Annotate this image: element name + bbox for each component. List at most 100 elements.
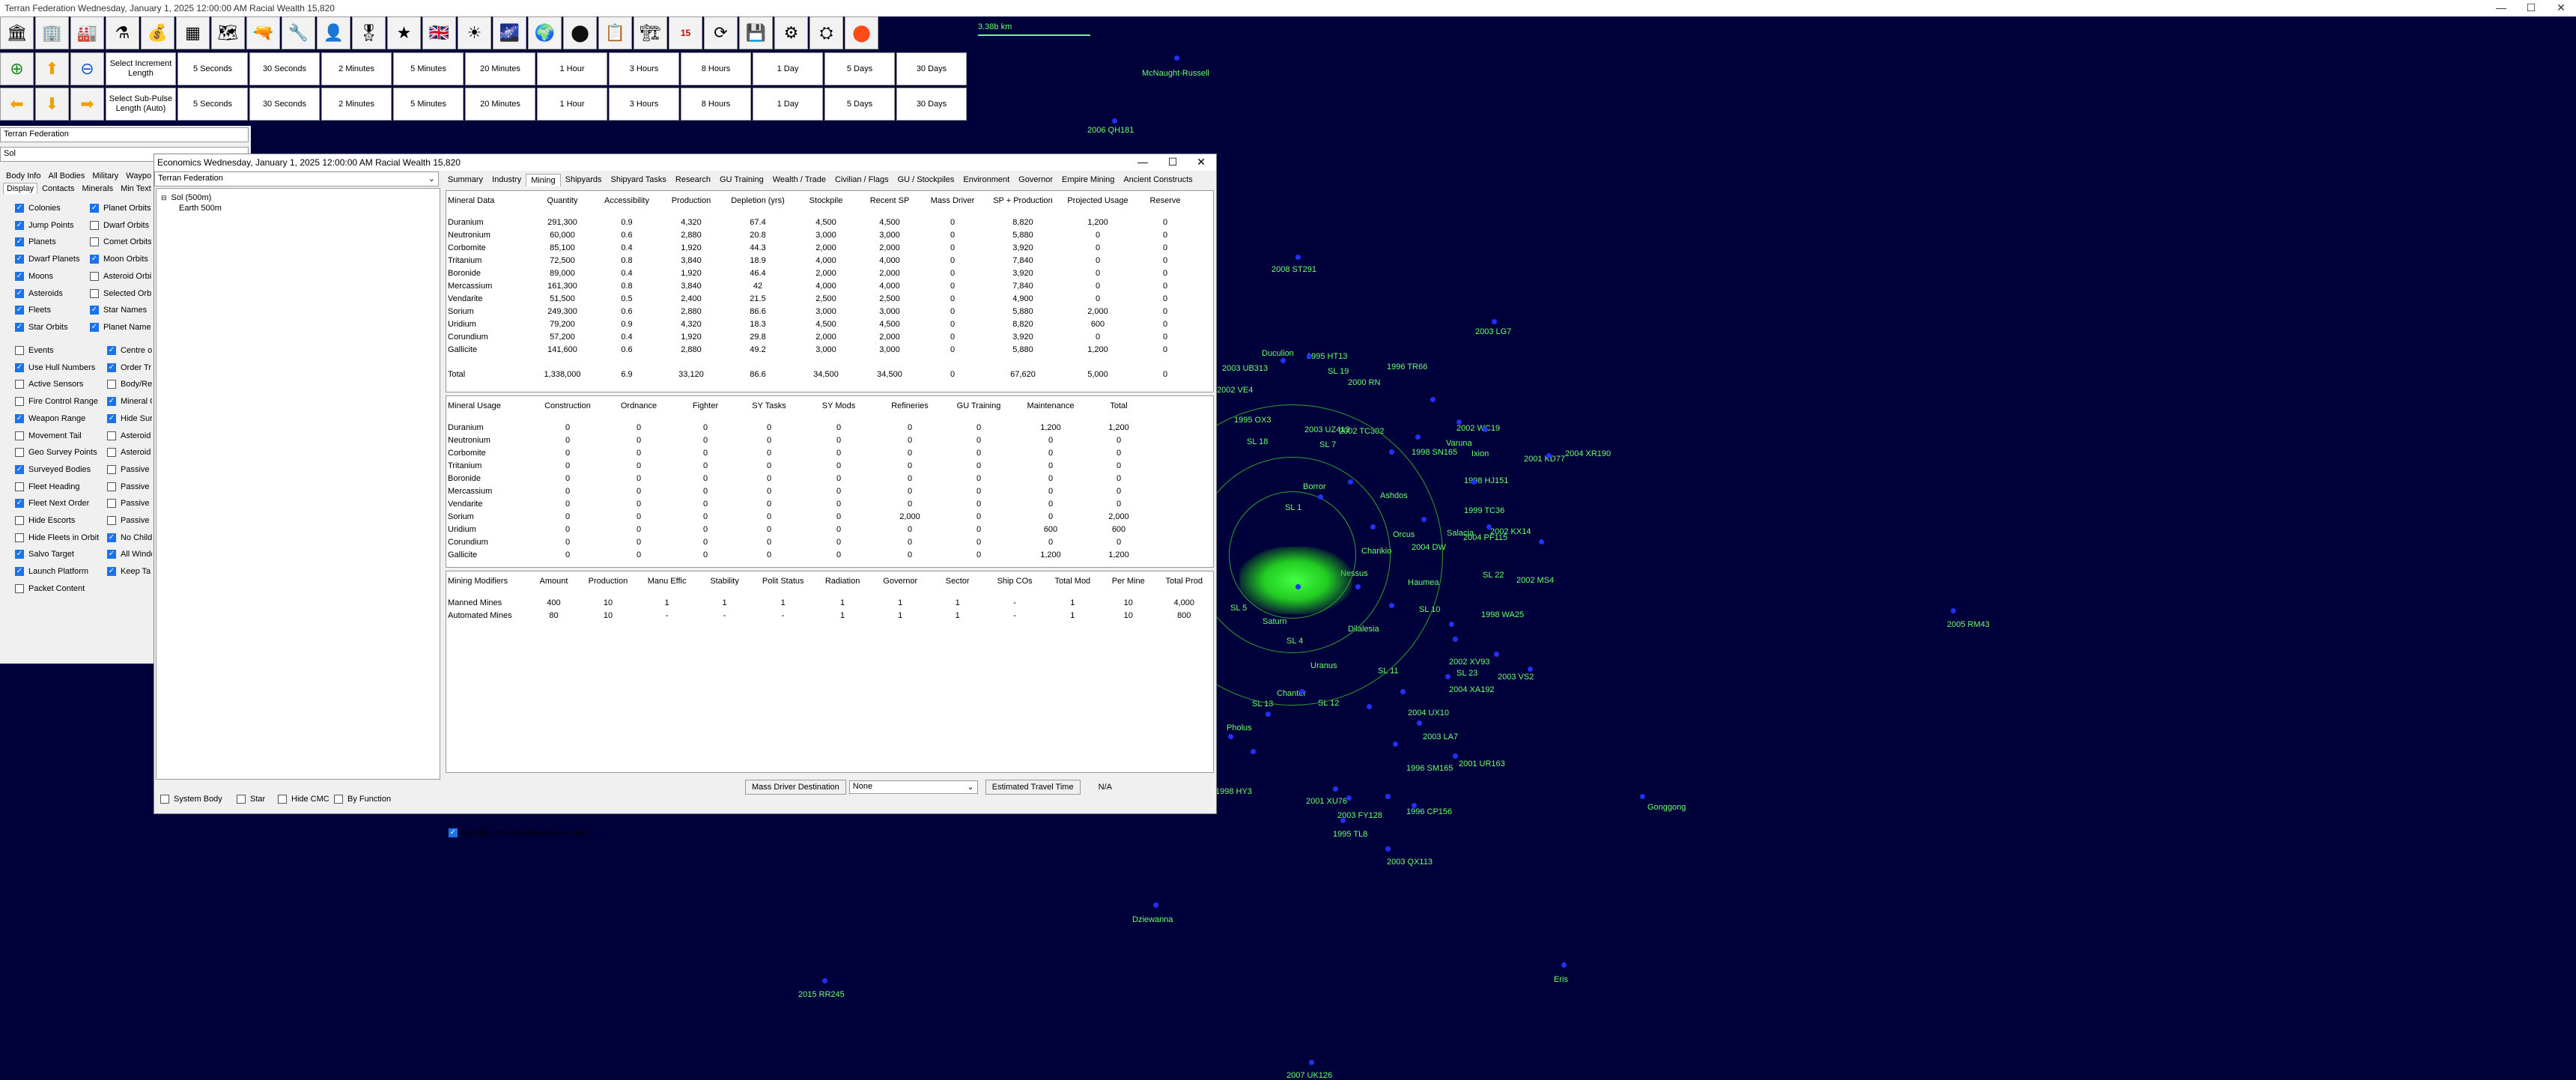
map-body-marker[interactable]	[1456, 419, 1462, 425]
collapse-icon[interactable]: ⊟	[161, 194, 167, 202]
checkbox-box[interactable]	[107, 499, 116, 509]
map-body-marker[interactable]	[1333, 786, 1338, 792]
star-icon[interactable]: ★	[387, 16, 421, 49]
econ-tab-13[interactable]: Ancient Constructs	[1119, 174, 1197, 186]
econ-maximize-button[interactable]: ☐	[1158, 156, 1188, 169]
increment-button-2[interactable]: 2 Minutes	[321, 52, 392, 85]
map-body-label[interactable]: 2003 LG7	[1475, 327, 1511, 336]
system-icon[interactable]: ☀	[458, 16, 491, 49]
subpulse-button-0[interactable]: 5 Seconds	[177, 88, 248, 121]
map-body-label[interactable]: 2007 UK126	[1287, 1071, 1332, 1080]
display-checkbox[interactable]: ✓ Star Names	[90, 306, 151, 315]
econ-tab-2[interactable]: Mining	[526, 174, 561, 186]
map-body-label[interactable]: Ixion	[1471, 449, 1489, 458]
display-checkbox[interactable]: ✓ Moons	[15, 271, 86, 281]
display-checkbox[interactable]: ✓ Use Hull Numbers	[15, 362, 103, 372]
map-body-label[interactable]: 1998 WA25	[1481, 610, 1524, 619]
map-body-marker[interactable]	[1295, 584, 1301, 589]
map-body-label[interactable]: 1995 TL8	[1333, 830, 1367, 839]
map-body-label[interactable]: 2002 MS4	[1516, 576, 1554, 585]
map-body-label[interactable]: 2003 VS2	[1498, 673, 1534, 682]
subpulse-button-10[interactable]: 30 Days	[896, 88, 967, 121]
map-body-marker[interactable]	[1348, 479, 1353, 485]
map-body-label[interactable]: 2002 VE4	[1217, 386, 1253, 395]
checkbox-box[interactable]: ✓	[107, 397, 116, 407]
map-body-marker[interactable]	[1367, 704, 1372, 709]
select-subpulse-label[interactable]: Select Sub-Pulse Length (Auto)	[106, 88, 176, 121]
display-checkbox[interactable]: Fleet Heading	[15, 482, 103, 491]
map-body-marker[interactable]	[1951, 608, 1956, 613]
checkbox-box[interactable]	[15, 380, 24, 389]
increment-button-4[interactable]: 20 Minutes	[465, 52, 535, 85]
table-row[interactable]: Uridium 79,200 0.9 4,320 18.3 4,500 4,500 0 8,82…	[446, 318, 1197, 330]
ship-icon[interactable]: 🏢	[35, 16, 69, 49]
map-body-label[interactable]: 2003 UB313	[1222, 364, 1268, 373]
map-body-label[interactable]: 2003 QX113	[1387, 858, 1433, 867]
display-checkbox[interactable]: ✓ Star Orbits	[15, 322, 86, 332]
arrow-down-icon[interactable]: ⬇	[35, 88, 69, 121]
display-checkbox[interactable]: ✓ Hide Sur	[107, 413, 152, 423]
map-body-label[interactable]: 2005 RM43	[1947, 620, 1990, 629]
factory2-icon[interactable]: 🏗	[634, 16, 667, 49]
population-tree[interactable]: ⊟ Sol (500m) Earth 500m	[156, 188, 440, 780]
map-body-marker[interactable]	[1393, 741, 1398, 747]
left-tab-0[interactable]: Display	[3, 183, 38, 194]
map-body-marker[interactable]	[822, 978, 827, 983]
display-checkbox[interactable]: Dwarf Orbits	[90, 220, 151, 230]
econ-close-button[interactable]: ✕	[1186, 156, 1216, 169]
display-checkbox[interactable]: Body/Re	[107, 380, 152, 389]
econ-tab-11[interactable]: Governor	[1014, 174, 1057, 186]
checkbox-box[interactable]	[90, 271, 99, 281]
map-body-label[interactable]: 1998 HY3	[1215, 787, 1252, 796]
table-row[interactable]: Corbomite 85,100 0.4 1,920 44.3 2,000 2,000 0 3,…	[446, 241, 1197, 254]
checkbox-box[interactable]: ✓	[15, 271, 24, 281]
map-body-label[interactable]: SL 23	[1456, 669, 1477, 678]
map-body-marker[interactable]	[1340, 818, 1346, 823]
display-checkbox[interactable]: Asteroid	[107, 448, 152, 458]
map-body-label[interactable]: Dziewanna	[1132, 915, 1173, 924]
checkbox-box[interactable]	[278, 795, 287, 804]
left-tab-1[interactable]: All Bodies	[45, 171, 88, 181]
display-checkbox[interactable]: ✓ Planet Orbits	[90, 204, 151, 213]
econ-tab-7[interactable]: Wealth / Trade	[768, 174, 830, 186]
map-body-marker[interactable]	[1421, 517, 1427, 522]
checkbox-box[interactable]	[334, 795, 343, 804]
card-icon[interactable]: 📋	[598, 16, 632, 49]
display-checkbox[interactable]: Asteroid Orbit	[90, 271, 151, 281]
checkbox-box[interactable]	[15, 516, 24, 525]
map-body-marker[interactable]	[1539, 539, 1544, 544]
checkbox-box[interactable]	[160, 795, 169, 804]
map-body-marker[interactable]	[1417, 720, 1422, 726]
checkbox-box[interactable]: ✓	[449, 828, 458, 837]
checkbox-box[interactable]	[107, 448, 116, 458]
table-row[interactable]: Mercassium 0 0 0 0 0 0 0 0 0	[446, 485, 1150, 497]
grid-icon[interactable]: ▦	[176, 16, 210, 49]
table-row[interactable]: Gallicite 141,600 0.6 2,880 49.2 3,000 3,000 0 5…	[446, 343, 1197, 356]
increment-button-9[interactable]: 5 Days	[824, 52, 895, 85]
table-row[interactable]: Vendarite 51,500 0.5 2,400 21.5 2,500 2,500 0 4,…	[446, 292, 1197, 305]
increment-button-10[interactable]: 30 Days	[896, 52, 967, 85]
left-tab-3[interactable]: Min Text	[118, 183, 154, 194]
subpulse-button-3[interactable]: 5 Minutes	[393, 88, 464, 121]
map-body-label[interactable]: 2004 XR190	[1565, 449, 1611, 458]
increment-button-0[interactable]: 5 Seconds	[177, 52, 248, 85]
map-body-label[interactable]: 2002 WC19	[1456, 424, 1500, 433]
econ-race-select[interactable]: Terran Federation ⌄	[154, 172, 439, 186]
checkbox-box[interactable]	[15, 583, 24, 593]
checkbox-box[interactable]: ✓	[107, 413, 116, 423]
table-row[interactable]: Tritanium 72,500 0.8 3,840 18.9 4,000 4,000 0 7,…	[446, 254, 1197, 267]
map-body-label[interactable]: Varuna	[1446, 439, 1472, 448]
checkbox-box[interactable]	[15, 431, 24, 440]
table-row[interactable]: Corundium 57,200 0.4 1,920 29.8 2,000 2,000 0 3,…	[446, 330, 1197, 343]
map-body-label[interactable]: 1996 CP156	[1406, 807, 1452, 816]
display-checkbox[interactable]: ✓ Moon Orbits	[90, 255, 151, 264]
checkbox-box[interactable]: ✓	[15, 237, 24, 247]
checkbox-box[interactable]: ✓	[90, 306, 99, 315]
soldier-icon[interactable]: 👤	[317, 16, 350, 49]
increment-button-8[interactable]: 1 Day	[753, 52, 823, 85]
select-increment-label[interactable]: Select Increment Length	[106, 52, 176, 85]
increment-button-7[interactable]: 8 Hours	[681, 52, 751, 85]
map-body-marker[interactable]	[1346, 795, 1352, 801]
display-checkbox[interactable]: Packet Content	[15, 583, 103, 593]
table-row[interactable]: Automated Mines 80 10 - - - 1 1 1 - 1 10 800	[446, 609, 1213, 622]
